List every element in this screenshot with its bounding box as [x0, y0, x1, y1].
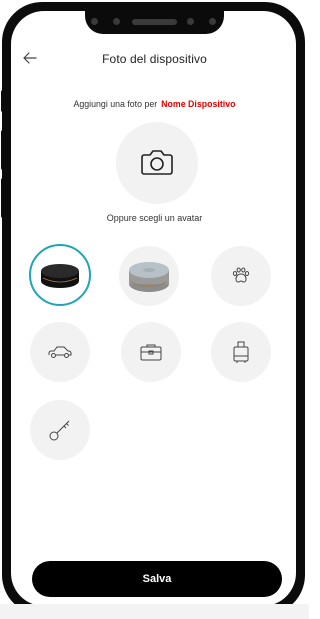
save-button[interactable]: Salva: [32, 561, 282, 597]
paw-icon: [232, 267, 250, 283]
sensor-dot: [187, 18, 194, 25]
avatar-pet[interactable]: [211, 246, 271, 306]
avatar-briefcase[interactable]: [121, 322, 181, 382]
camera-lens-dot: [113, 18, 120, 25]
avatar-section-label: Oppure scegli un avatar: [106, 213, 203, 223]
add-photo-text: Aggiungi una foto per: [73, 99, 158, 109]
briefcase-icon: [140, 344, 162, 361]
speaker-grille: [132, 19, 177, 25]
sensor-dot: [209, 18, 216, 25]
avatar-key[interactable]: [30, 400, 90, 460]
car-icon: [48, 346, 72, 358]
black-tracker-icon: [41, 264, 79, 288]
page-title: Foto del dispositivo: [102, 52, 207, 66]
bottom-background: [0, 604, 309, 619]
notch-dot: [91, 18, 98, 25]
grey-tracker-icon: [129, 262, 169, 292]
luggage-icon: [233, 341, 249, 363]
avatar-black-tracker[interactable]: [29, 244, 91, 306]
avatar-luggage[interactable]: [211, 322, 271, 382]
add-photo-prompt: Aggiungi una foto per Nome Dispositivo: [0, 99, 309, 109]
add-photo-button[interactable]: [116, 122, 198, 204]
key-icon: [49, 420, 70, 441]
phone-side-button: [1, 178, 5, 218]
avatar-grey-tracker[interactable]: [119, 246, 179, 306]
phone-notch: [85, 9, 224, 34]
device-name: Nome Dispositivo: [161, 99, 236, 109]
phone-side-button: [1, 130, 5, 170]
avatar-car[interactable]: [30, 322, 90, 382]
camera-icon: [141, 150, 173, 175]
